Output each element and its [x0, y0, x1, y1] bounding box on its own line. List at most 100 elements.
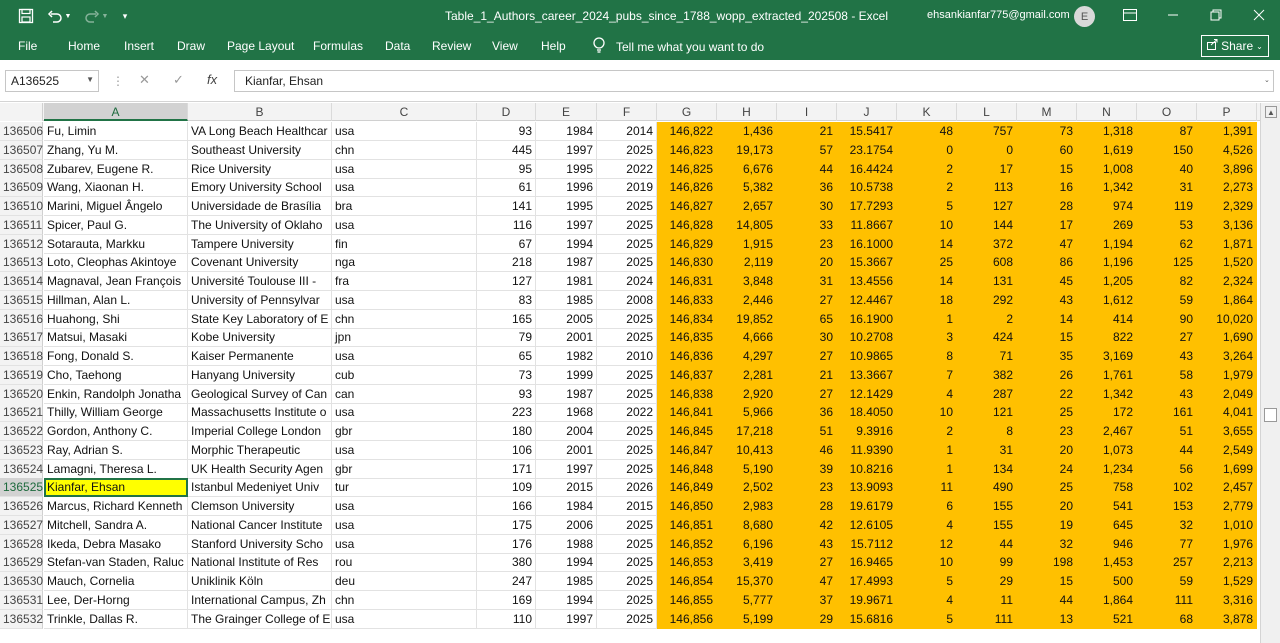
restore-icon[interactable] [1203, 4, 1229, 26]
cell-n[interactable]: 1,234 [1077, 459, 1137, 479]
cell-p[interactable]: 1,520 [1197, 253, 1257, 273]
save-icon[interactable] [16, 6, 36, 26]
cell-k[interactable]: 2 [897, 178, 957, 198]
cell-n[interactable]: 1,612 [1077, 290, 1137, 310]
cell-d[interactable]: 165 [477, 309, 536, 329]
cell-g[interactable]: 146,823 [657, 140, 717, 160]
worksheet-grid[interactable]: ABCDEFGHIJKLMNOP 136506 Fu, Limin VA Long … [0, 103, 1260, 643]
cell-f[interactable]: 2025 [597, 215, 657, 235]
cell-a[interactable]: Spicer, Paul G. [44, 215, 188, 235]
cell-p[interactable]: 1,976 [1197, 534, 1257, 554]
cell-h[interactable]: 1,915 [717, 234, 777, 254]
cell-m[interactable]: 43 [1017, 290, 1077, 310]
cell-m[interactable]: 17 [1017, 215, 1077, 235]
cell-j[interactable]: 16.1900 [837, 309, 897, 329]
column-header-l[interactable]: L [957, 103, 1017, 121]
cell-g[interactable]: 146,856 [657, 609, 717, 629]
cell-b[interactable]: Morphic Therapeutic [188, 440, 332, 460]
cell-o[interactable]: 51 [1137, 422, 1197, 441]
cell-a[interactable]: Huahong, Shi [44, 309, 188, 329]
cell-k[interactable]: 11 [897, 478, 957, 498]
cell-a[interactable]: Zhang, Yu M. [44, 140, 188, 160]
cell-p[interactable]: 1,391 [1197, 122, 1257, 141]
cell-c[interactable]: rou [332, 553, 477, 573]
cell-k[interactable]: 12 [897, 534, 957, 554]
cell-i[interactable]: 42 [777, 515, 837, 535]
cell-l[interactable]: 757 [957, 122, 1017, 141]
cell-o[interactable]: 119 [1137, 197, 1197, 216]
cell-h[interactable]: 14,805 [717, 215, 777, 235]
cell-l[interactable]: 155 [957, 497, 1017, 516]
cell-h[interactable]: 1,436 [717, 122, 777, 141]
cell-i[interactable]: 44 [777, 159, 837, 179]
cell-h[interactable]: 2,983 [717, 497, 777, 516]
cell-c[interactable]: usa [332, 122, 477, 141]
cell-j[interactable]: 19.9671 [837, 590, 897, 610]
column-header-j[interactable]: J [837, 103, 897, 121]
cell-d[interactable]: 180 [477, 422, 536, 441]
cell-i[interactable]: 31 [777, 272, 837, 291]
cell-e[interactable]: 1968 [536, 403, 597, 423]
cell-m[interactable]: 20 [1017, 497, 1077, 516]
cell-g[interactable]: 146,829 [657, 234, 717, 254]
cell-j[interactable]: 18.4050 [837, 403, 897, 423]
cell-k[interactable]: 10 [897, 215, 957, 235]
cell-k[interactable]: 0 [897, 140, 957, 160]
cell-o[interactable]: 77 [1137, 534, 1197, 554]
cell-b[interactable]: Massachusetts Institute o [188, 403, 332, 423]
cell-k[interactable]: 1 [897, 309, 957, 329]
cell-b[interactable]: Université Toulouse III - [188, 272, 332, 291]
cell-o[interactable]: 90 [1137, 309, 1197, 329]
undo-dropdown-icon[interactable]: ▼ [63, 6, 73, 26]
cell-n[interactable]: 822 [1077, 328, 1137, 348]
cell-j[interactable]: 10.9865 [837, 347, 897, 366]
cell-a[interactable]: Cho, Taehong [44, 365, 188, 385]
cell-j[interactable]: 23.1754 [837, 140, 897, 160]
cell-g[interactable]: 146,851 [657, 515, 717, 535]
cell-m[interactable]: 26 [1017, 365, 1077, 385]
cell-e[interactable]: 1985 [536, 290, 597, 310]
cell-i[interactable]: 23 [777, 478, 837, 498]
column-header-h[interactable]: H [717, 103, 777, 121]
cell-i[interactable]: 20 [777, 253, 837, 273]
cell-g[interactable]: 146,827 [657, 197, 717, 216]
cell-j[interactable]: 15.7112 [837, 534, 897, 554]
cell-d[interactable]: 223 [477, 403, 536, 423]
cell-n[interactable]: 1,342 [1077, 178, 1137, 198]
cell-f[interactable]: 2025 [597, 309, 657, 329]
cell-k[interactable]: 25 [897, 253, 957, 273]
cell-e[interactable]: 1997 [536, 459, 597, 479]
cell-k[interactable]: 48 [897, 122, 957, 141]
cell-o[interactable]: 53 [1137, 215, 1197, 235]
cell-j[interactable]: 13.3667 [837, 365, 897, 385]
cell-g[interactable]: 146,836 [657, 347, 717, 366]
cell-f[interactable]: 2025 [597, 459, 657, 479]
cell-p[interactable]: 3,878 [1197, 609, 1257, 629]
cell-p[interactable]: 1,010 [1197, 515, 1257, 535]
cell-e[interactable]: 2005 [536, 309, 597, 329]
cell-a[interactable]: Enkin, Randolph Jonatha [44, 384, 188, 404]
row-header[interactable]: 136527 [0, 515, 43, 535]
cell-f[interactable]: 2025 [597, 609, 657, 629]
cell-m[interactable]: 14 [1017, 309, 1077, 329]
tab-view[interactable]: View [492, 39, 518, 53]
row-header[interactable]: 136518 [0, 347, 43, 366]
cell-b[interactable]: Imperial College London [188, 422, 332, 441]
cell-a[interactable]: Thilly, William George [44, 403, 188, 423]
cell-m[interactable]: 28 [1017, 197, 1077, 216]
cell-i[interactable]: 39 [777, 459, 837, 479]
cell-i[interactable]: 65 [777, 309, 837, 329]
cell-j[interactable]: 19.6179 [837, 497, 897, 516]
cell-j[interactable]: 16.1000 [837, 234, 897, 254]
cell-k[interactable]: 14 [897, 234, 957, 254]
row-header[interactable]: 136516 [0, 309, 43, 329]
cell-i[interactable]: 36 [777, 178, 837, 198]
cell-l[interactable]: 31 [957, 440, 1017, 460]
cell-n[interactable]: 1,864 [1077, 590, 1137, 610]
cell-a[interactable]: Hillman, Alan L. [44, 290, 188, 310]
cell-l[interactable]: 121 [957, 403, 1017, 423]
cell-p[interactable]: 1,864 [1197, 290, 1257, 310]
cell-i[interactable]: 27 [777, 384, 837, 404]
cell-j[interactable]: 12.6105 [837, 515, 897, 535]
cell-k[interactable]: 3 [897, 328, 957, 348]
